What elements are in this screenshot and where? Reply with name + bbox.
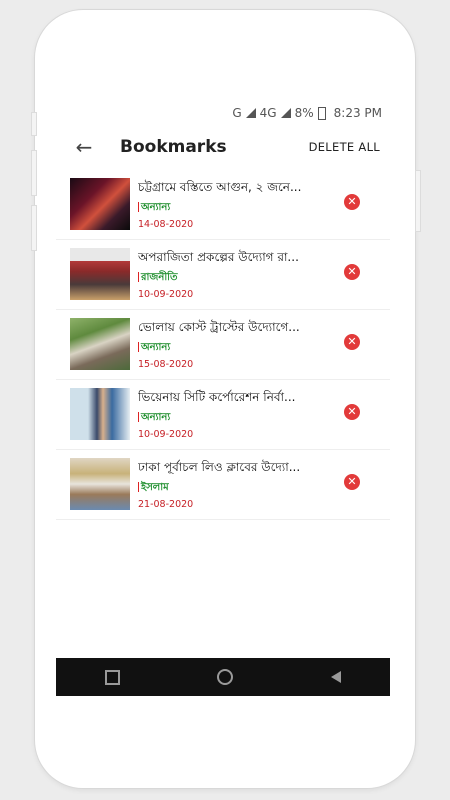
phone-side-button <box>31 112 37 136</box>
delete-bookmark-icon[interactable]: ✕ <box>344 334 360 350</box>
item-text: চট্টগ্রামে বস্তিতে আগুন, ২ জনে... অন্যান… <box>138 170 316 230</box>
thumbnail-image <box>70 178 130 230</box>
status-battery: 8% <box>294 106 314 120</box>
delete-all-button[interactable]: DELETE ALL <box>309 140 380 154</box>
item-category: অন্যান্য <box>138 341 316 354</box>
thumbnail-image <box>70 458 130 510</box>
item-text: ঢাকা পূর্বাচল লিও ক্লাবের উদ্যো... ইসলাম… <box>138 450 316 510</box>
system-nav-bar <box>56 658 390 696</box>
list-item[interactable]: ভোলায় কোস্ট ট্রাস্টের উদ্যোগে... অন্যান… <box>56 310 390 380</box>
page-title: Bookmarks <box>120 137 227 157</box>
delete-bookmark-icon[interactable]: ✕ <box>344 194 360 210</box>
delete-bookmark-icon[interactable]: ✕ <box>344 264 360 280</box>
item-date: 10-09-2020 <box>138 289 194 300</box>
item-category-label: রাজনীতি <box>141 272 178 283</box>
phone-side-button <box>31 205 37 251</box>
item-text: ভোলায় কোস্ট ট্রাস্টের উদ্যোগে... অন্যান… <box>138 310 316 370</box>
item-category-label: অন্যান্য <box>141 412 171 423</box>
item-date: 15-08-2020 <box>138 359 194 370</box>
list-item[interactable]: ভিয়েনায় সিটি কর্পোরেশন নির্বা... অন্যা… <box>56 380 390 450</box>
status-time: 8:23 PM <box>333 106 382 120</box>
item-date: 10-09-2020 <box>138 429 194 440</box>
item-headline[interactable]: অপরাজিতা প্রকল্পের উদ্যোগ রা... <box>138 249 316 265</box>
item-category: অন্যান্য <box>138 411 316 424</box>
item-category: রাজনীতি <box>138 271 316 284</box>
item-date: 21-08-2020 <box>138 499 194 510</box>
status-bar: G 4G 8% 8:23 PM <box>56 102 390 124</box>
battery-icon <box>317 106 326 120</box>
screen: G 4G 8% 8:23 PM ← Bookmarks DELETE ALL চ… <box>56 102 390 696</box>
status-network: 4G <box>259 106 277 120</box>
category-marker <box>138 482 139 492</box>
back-nav-icon[interactable] <box>331 671 342 683</box>
item-category-label: অন্যান্য <box>141 202 171 213</box>
item-headline[interactable]: ভোলায় কোস্ট ট্রাস্টের উদ্যোগে... <box>138 319 316 335</box>
thumbnail-image <box>70 248 130 300</box>
item-text: ভিয়েনায় সিটি কর্পোরেশন নির্বা... অন্যা… <box>138 380 316 440</box>
delete-bookmark-icon[interactable]: ✕ <box>344 474 360 490</box>
item-headline[interactable]: ভিয়েনায় সিটি কর্পোরেশন নির্বা... <box>138 389 316 405</box>
back-arrow-icon[interactable]: ← <box>64 135 104 159</box>
phone-side-button <box>31 150 37 196</box>
list-item[interactable]: ঢাকা পূর্বাচল লিও ক্লাবের উদ্যো... ইসলাম… <box>56 450 390 520</box>
category-marker <box>138 342 139 352</box>
signal-icon <box>245 108 256 118</box>
item-category-label: অন্যান্য <box>141 342 171 353</box>
home-icon[interactable] <box>217 669 234 685</box>
thumbnail-image <box>70 318 130 370</box>
list-item[interactable]: অপরাজিতা প্রকল্পের উদ্যোগ রা... রাজনীতি … <box>56 240 390 310</box>
item-category: ইসলাম <box>138 481 316 494</box>
category-marker <box>138 202 139 212</box>
signal-icon <box>280 108 291 118</box>
list-item[interactable]: চট্টগ্রামে বস্তিতে আগুন, ২ জনে... অন্যান… <box>56 170 390 240</box>
category-marker <box>138 272 139 282</box>
delete-bookmark-icon[interactable]: ✕ <box>344 404 360 420</box>
item-headline[interactable]: চট্টগ্রামে বস্তিতে আগুন, ২ জনে... <box>138 179 316 195</box>
app-bar: ← Bookmarks DELETE ALL <box>56 124 390 170</box>
phone-power-button <box>415 170 421 232</box>
item-category-label: ইসলাম <box>141 482 169 493</box>
item-category: অন্যান্য <box>138 201 316 214</box>
status-carrier: G <box>232 106 242 120</box>
thumbnail-image <box>70 388 130 440</box>
item-headline[interactable]: ঢাকা পূর্বাচল লিও ক্লাবের উদ্যো... <box>138 459 316 475</box>
bookmark-list: চট্টগ্রামে বস্তিতে আগুন, ২ জনে... অন্যান… <box>56 170 390 658</box>
item-date: 14-08-2020 <box>138 219 194 230</box>
item-text: অপরাজিতা প্রকল্পের উদ্যোগ রা... রাজনীতি … <box>138 240 316 300</box>
recent-apps-icon[interactable] <box>104 669 120 685</box>
category-marker <box>138 412 139 422</box>
